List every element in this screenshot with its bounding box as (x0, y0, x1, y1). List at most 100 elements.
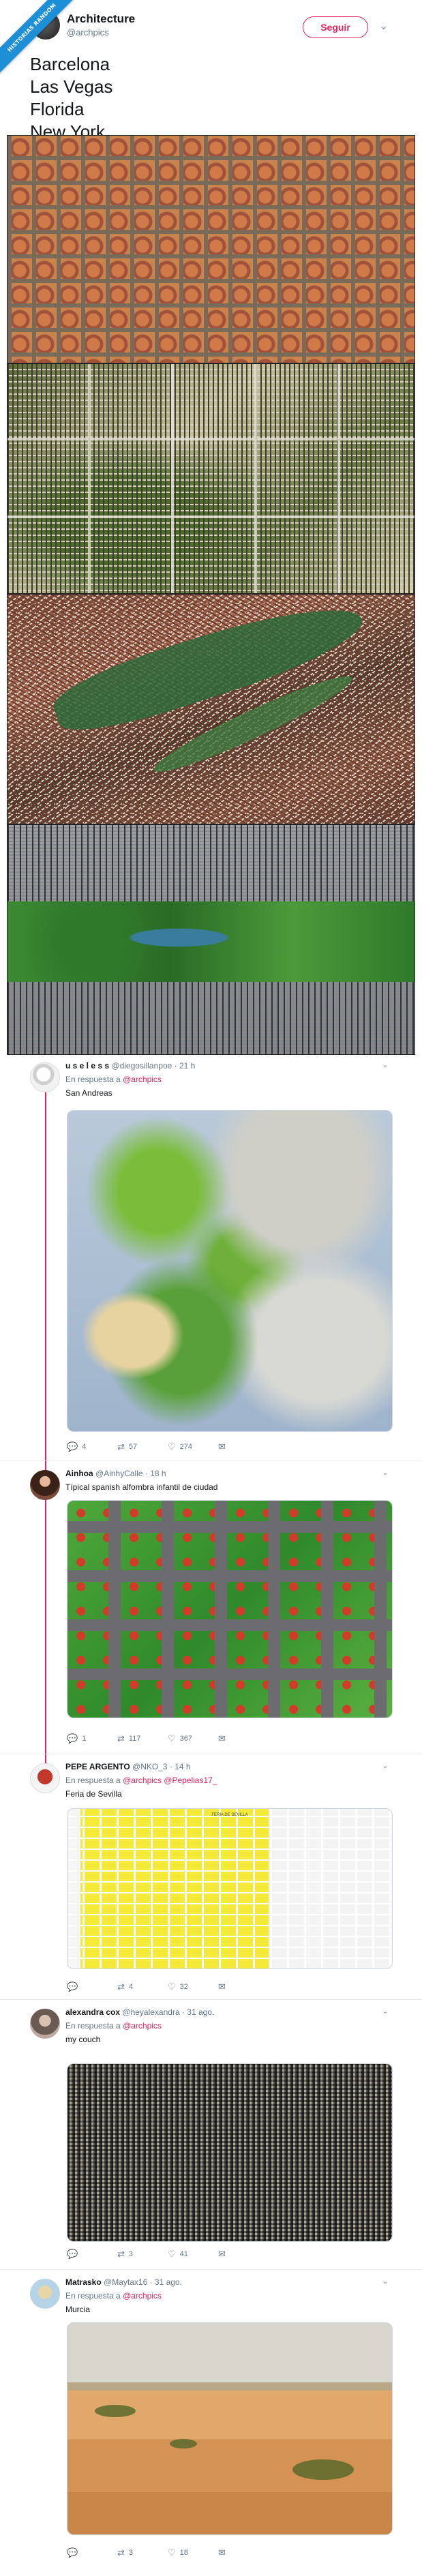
message-action[interactable]: ✉ (218, 1441, 230, 1452)
heart-icon: ♡ (168, 1981, 176, 1992)
reply-author[interactable]: u s e l e s s @diegosillanpoe · 21 h (65, 1061, 195, 1070)
tweet-line: Florida (30, 99, 85, 119)
reply-text: Murcia (65, 2305, 91, 2314)
author-handle: @Maytax16 · 31 ago. (104, 2277, 182, 2287)
chevron-down-icon[interactable]: ⌄ (382, 1761, 389, 1770)
waterway (46, 595, 371, 745)
reply-author[interactable]: Matrasko @Maytax16 · 31 ago. (65, 2277, 182, 2287)
avatar[interactable] (30, 1470, 60, 1500)
barcelona-aerial-image[interactable] (7, 135, 415, 363)
road-grid (7, 364, 415, 593)
avatar[interactable] (30, 2009, 60, 2039)
reply-context: En respuesta a @archpics (65, 2291, 162, 2301)
like-action[interactable]: ♡ 274 (168, 1441, 192, 1452)
retweet-icon: ⇄ (117, 1441, 125, 1452)
reply-icon: 💬 (67, 1981, 78, 1992)
city-play-rug-image[interactable] (67, 1500, 393, 1718)
tweet-line: Las Vegas (30, 76, 113, 97)
author-name: Matrasko (65, 2277, 102, 2287)
reply-text: Típical spanish alfombra infantil de ciu… (65, 1482, 218, 1492)
chevron-down-icon[interactable]: ⌄ (379, 19, 388, 33)
reply-prefix: En respuesta a (65, 2021, 123, 2031)
reply-action[interactable]: 💬 (67, 1981, 82, 1992)
retweet-icon: ⇄ (117, 1981, 125, 1992)
chevron-down-icon[interactable]: ⌄ (382, 2006, 389, 2016)
heart-icon: ♡ (168, 2547, 176, 2558)
retweet-icon: ⇄ (117, 1733, 125, 1743)
reply-author[interactable]: PEPE ARGENTO @NKO_3 · 14 h (65, 1762, 191, 1771)
mail-icon: ✉ (218, 1733, 226, 1743)
retweet-icon: ⇄ (117, 2249, 125, 2259)
reply-tweet: Ainhoa @AinhyCalle · 18 h ⌄ Típical span… (0, 1466, 422, 1759)
heart-icon: ♡ (168, 2249, 176, 2259)
reply-context: En respuesta a @archpics @Pepelias17_ (65, 1776, 217, 1785)
mention-link[interactable]: @archpics @Pepelias17_ (123, 1776, 217, 1785)
heart-icon: ♡ (168, 1441, 176, 1452)
reply-prefix: En respuesta a (65, 2291, 123, 2301)
reply-icon: 💬 (67, 1733, 78, 1743)
reply-prefix: En respuesta a (65, 1776, 123, 1785)
like-action[interactable]: ♡ 18 (168, 2547, 188, 2558)
message-action[interactable]: ✉ (218, 1733, 230, 1744)
reply-text: San Andreas (65, 1088, 112, 1098)
avatar[interactable] (30, 1062, 60, 1092)
retweet-action[interactable]: ⇄ 3 (117, 2249, 133, 2260)
reply-action[interactable]: 💬 1 (67, 1733, 86, 1744)
retweet-action[interactable]: ⇄ 4 (117, 1981, 133, 1992)
message-action[interactable]: ✉ (218, 1981, 230, 1992)
desert-image[interactable] (67, 2322, 393, 2535)
message-action[interactable]: ✉ (218, 2249, 230, 2260)
reply-context: En respuesta a @archpics (65, 2021, 162, 2031)
heart-icon: ♡ (168, 1733, 176, 1743)
mention-link[interactable]: @archpics (123, 1075, 162, 1084)
corner-ribbon: HISTORIAS RANDOM (0, 0, 75, 75)
retweet-action[interactable]: ⇄ 3 (117, 2547, 133, 2558)
feria-map-image[interactable]: FERIA DE SEVILLA (67, 1808, 393, 1969)
chevron-down-icon[interactable]: ⌄ (382, 2276, 389, 2286)
like-action[interactable]: ♡ 41 (168, 2249, 188, 2260)
san-andreas-map-image[interactable] (67, 1110, 393, 1432)
reply-author[interactable]: Ainhoa @AinhyCalle · 18 h (65, 1469, 166, 1478)
retweet-action[interactable]: ⇄ 57 (117, 1441, 137, 1452)
mention-link[interactable]: @archpics (123, 2021, 162, 2031)
new-york-aerial-image[interactable] (7, 824, 415, 1055)
avatar[interactable] (30, 1763, 60, 1793)
message-action[interactable]: ✉ (218, 2547, 230, 2558)
map-title: FERIA DE SEVILLA (211, 1813, 248, 1817)
chevron-down-icon[interactable]: ⌄ (382, 1060, 389, 1069)
author-handle: @diegosillanpoe · 21 h (111, 1061, 196, 1070)
reply-icon: 💬 (67, 1441, 78, 1452)
florida-aerial-image[interactable] (7, 594, 415, 824)
author-name: u s e l e s s (65, 1061, 110, 1070)
divider (0, 1999, 422, 2000)
bush (292, 2459, 354, 2480)
ribbon-label: HISTORIAS RANDOM (0, 0, 75, 75)
like-action[interactable]: ♡ 367 (168, 1733, 192, 1744)
reply-author[interactable]: alexandra cox @heyalexandra · 31 ago. (65, 2007, 214, 2017)
reply-tweet: PEPE ARGENTO @NKO_3 · 14 h ⌄ En respuest… (0, 1759, 422, 2005)
author-name: PEPE ARGENTO (65, 1762, 130, 1771)
author-handle: @NKO_3 · 14 h (132, 1762, 191, 1771)
mail-icon: ✉ (218, 2249, 226, 2259)
reply-tweet: u s e l e s s @diegosillanpoe · 21 h ⌄ E… (0, 1058, 422, 1495)
reply-icon: 💬 (67, 2547, 78, 2558)
author-name[interactable]: Architecture (67, 12, 135, 26)
follow-button[interactable]: Seguir (303, 16, 368, 38)
divider (0, 2269, 422, 2270)
retweet-action[interactable]: ⇄ 117 (117, 1733, 140, 1744)
reply-action[interactable]: 💬 (67, 2547, 82, 2558)
reply-context: En respuesta a @archpics (65, 1075, 162, 1084)
reply-text: my couch (65, 2035, 101, 2044)
reply-text: Feria de Sevilla (65, 1789, 122, 1799)
reply-action[interactable]: 💬 4 (67, 1441, 86, 1452)
las-vegas-aerial-image[interactable] (7, 363, 415, 594)
reply-tweet: alexandra cox @heyalexandra · 31 ago. ⌄ … (0, 2005, 422, 2268)
mention-link[interactable]: @archpics (123, 2291, 162, 2301)
like-action[interactable]: ♡ 32 (168, 1981, 188, 1992)
chevron-down-icon[interactable]: ⌄ (382, 1467, 389, 1477)
avatar[interactable] (30, 2279, 60, 2309)
bush (95, 2405, 136, 2417)
reply-action[interactable]: 💬 (67, 2249, 82, 2260)
couch-fabric-image[interactable] (67, 2063, 393, 2242)
central-park (7, 901, 415, 982)
